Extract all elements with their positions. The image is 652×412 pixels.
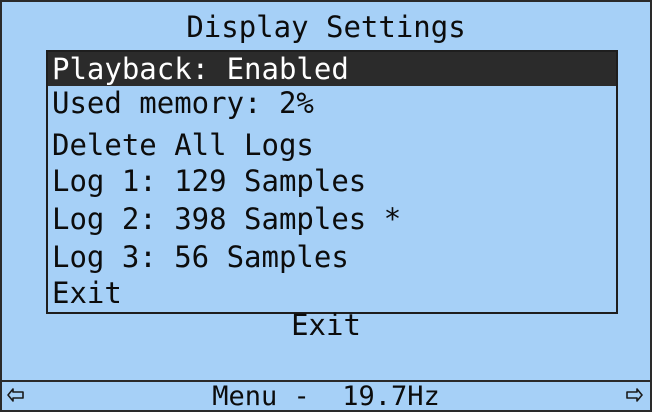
device-screen: Display Settings Playback: Enabled Used … [0, 0, 652, 412]
menu-item-playback[interactable]: Playback: Enabled [48, 52, 616, 86]
screen-title: Display Settings [186, 10, 466, 44]
menu-item-exit[interactable]: Exit [48, 276, 616, 310]
exit-button[interactable]: Exit [2, 308, 650, 342]
menu-item-log-1[interactable]: Log 1: 129 Samples [48, 164, 616, 198]
menu-item-log-2[interactable]: Log 2: 398 Samples * [48, 202, 616, 236]
status-text: Menu - 19.7Hz [212, 381, 440, 412]
menu-item-used-memory[interactable]: Used memory: 2% [48, 86, 616, 120]
arrow-right-icon[interactable] [624, 385, 644, 405]
menu-item-log-3[interactable]: Log 3: 56 Samples [48, 240, 616, 274]
menu-item-delete-all-logs[interactable]: Delete All Logs [48, 128, 616, 162]
settings-menu: Playback: Enabled Used memory: 2% Delete… [46, 50, 618, 314]
status-bar: Menu - 19.7Hz [2, 380, 650, 412]
